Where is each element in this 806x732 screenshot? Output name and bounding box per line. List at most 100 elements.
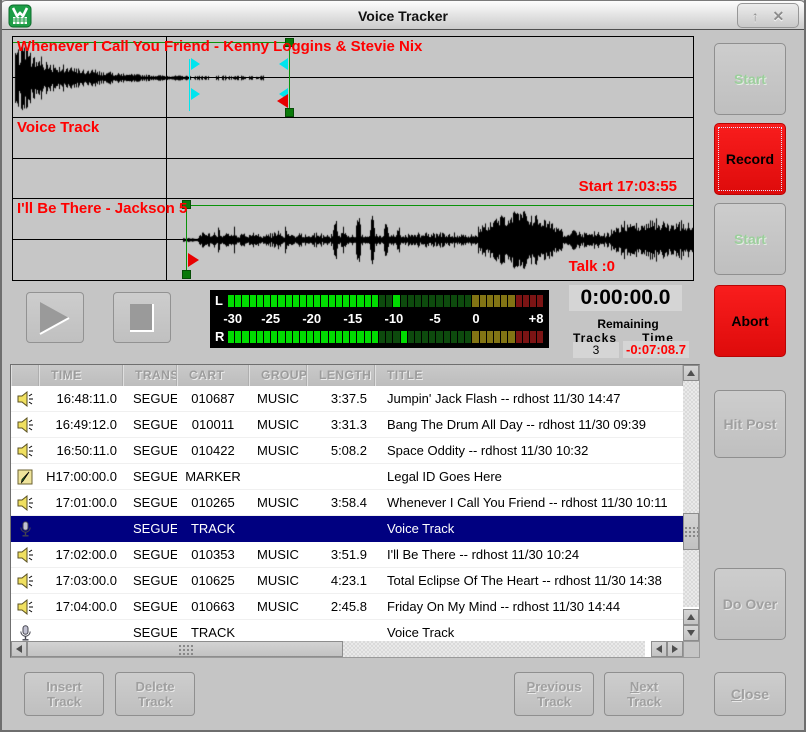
meter-segment <box>307 295 313 307</box>
meter-segment <box>336 331 342 343</box>
log-row[interactable]: SEGUETRACKVoice Track <box>11 620 683 641</box>
remaining-time-value: -0:07:08.7 <box>623 341 689 358</box>
segue-marker-icon[interactable] <box>279 58 288 70</box>
log-cell-trans: SEGUE <box>123 521 177 536</box>
start-button-2[interactable]: Start <box>714 203 786 275</box>
log-cell-trans: SEGUE <box>123 547 177 562</box>
meter-segment <box>293 295 299 307</box>
meter-segment <box>307 331 313 343</box>
abort-button[interactable]: Abort <box>714 285 786 357</box>
segue-marker-icon[interactable] <box>191 58 200 70</box>
microphone-icon <box>19 521 32 537</box>
column-header-icon[interactable] <box>11 365 39 386</box>
close-icon[interactable]: ✕ <box>773 9 785 23</box>
meter-tick-label: 0 <box>472 311 479 326</box>
stop-button[interactable] <box>113 292 171 343</box>
scroll-up-button[interactable] <box>683 365 699 381</box>
log-cell-cart: 010353 <box>177 547 249 562</box>
boundary-handle-bottom[interactable] <box>285 108 294 117</box>
meter-segment <box>408 295 414 307</box>
log-cell-trans: SEGUE <box>123 417 177 432</box>
scrollbar-track[interactable] <box>683 381 699 607</box>
column-header-cart[interactable]: CART <box>177 365 249 386</box>
meter-segment <box>451 331 457 343</box>
log-cell-group: MUSIC <box>249 417 307 432</box>
do-over-button[interactable]: Do Over <box>714 568 786 640</box>
meter-segment <box>286 331 292 343</box>
scroll-up-button-2[interactable] <box>683 609 699 625</box>
meter-segment <box>257 331 263 343</box>
scroll-left-button[interactable] <box>11 641 27 657</box>
meter-segment <box>530 331 536 343</box>
log-row[interactable]: H17:00:00.0SEGUEMARKERLegal ID Goes Here <box>11 464 683 490</box>
fade-marker-icon[interactable] <box>277 94 288 108</box>
log-row[interactable]: 17:02:00.0SEGUE010353MUSIC3:51.9I'll Be … <box>11 542 683 568</box>
meter-segment <box>379 295 385 307</box>
meter-segment <box>314 295 320 307</box>
column-header-trans[interactable]: TRANS <box>123 365 177 386</box>
log-row[interactable]: 16:50:11.0SEGUE010422MUSIC5:08.2Space Od… <box>11 438 683 464</box>
log-cell-icon <box>11 521 39 537</box>
audio-meter: L -30-25-20-15-10-50+8 R <box>210 290 549 348</box>
waveform-track-1[interactable]: Whenever I Call You Friend - Kenny Loggi… <box>13 37 693 118</box>
hit-post-button[interactable]: Hit Post <box>714 390 786 458</box>
column-header-length[interactable]: LENGTH <box>307 365 375 386</box>
record-button[interactable]: Record <box>714 123 786 195</box>
meter-segment <box>257 295 263 307</box>
column-header-group[interactable]: GROUP <box>249 365 307 386</box>
meter-segment <box>429 295 435 307</box>
fade-marker-icon[interactable] <box>188 253 199 267</box>
log-cell-icon <box>11 469 39 485</box>
waveform-track-2[interactable]: Voice Track Start 17:03:55 <box>13 118 693 199</box>
log-row[interactable]: 16:49:12.0SEGUE010011MUSIC3:31.3Bang The… <box>11 412 683 438</box>
delete-track-button[interactable]: DeleteTrack <box>115 672 195 716</box>
vertical-scrollbar[interactable] <box>683 365 699 641</box>
meter-segment <box>357 295 363 307</box>
column-header-title[interactable]: TITLE <box>375 365 683 386</box>
scrollbar-thumb[interactable] <box>27 641 343 657</box>
meter-segment <box>264 331 270 343</box>
meter-segment <box>458 295 464 307</box>
segue-point-line[interactable] <box>189 59 190 111</box>
meter-segment <box>372 295 378 307</box>
log-row[interactable]: 17:03:00.0SEGUE010625MUSIC4:23.1Total Ec… <box>11 568 683 594</box>
meter-segment <box>501 331 507 343</box>
titlebar[interactable]: Voice Tracker ↑ ✕ <box>0 0 806 30</box>
column-header-time[interactable]: TIME <box>39 365 123 386</box>
meter-segment <box>278 331 284 343</box>
speaker-icon <box>17 495 34 511</box>
log-row[interactable]: 16:48:11.0SEGUE010687MUSIC3:37.5Jumpin' … <box>11 386 683 412</box>
next-track-button[interactable]: NextTrack <box>604 672 684 716</box>
log-row[interactable]: SEGUETRACKVoice Track <box>11 516 683 542</box>
log-cell-time: 16:50:11.0 <box>39 443 123 458</box>
log-row[interactable]: 17:01:00.0SEGUE010265MUSIC3:58.4Whenever… <box>11 490 683 516</box>
log-cell-cart: 010687 <box>177 391 249 406</box>
scrollbar-thumb[interactable] <box>683 513 699 550</box>
scroll-left-button-2[interactable] <box>651 641 667 657</box>
meter-segment <box>264 295 270 307</box>
log-row[interactable]: 17:04:00.0SEGUE010663MUSIC2:45.8Friday O… <box>11 594 683 620</box>
log-cell-len: 3:37.5 <box>307 391 375 406</box>
meter-segment <box>523 331 529 343</box>
start-button-1[interactable]: Start <box>714 43 786 115</box>
insert-track-button[interactable]: InsertTrack <box>24 672 104 716</box>
scroll-down-button[interactable] <box>683 625 699 641</box>
scroll-right-button[interactable] <box>667 641 683 657</box>
log-cell-time: 17:01:00.0 <box>39 495 123 510</box>
previous-track-button[interactable]: PreviousTrack <box>514 672 594 716</box>
log-header: TIMETRANSCARTGROUPLENGTHTITLE <box>11 365 683 386</box>
meter-segment <box>271 331 277 343</box>
meter-segment <box>386 331 392 343</box>
voice-tracker-window: Voice Tracker ↑ ✕ Whenever I Call You Fr… <box>0 0 806 732</box>
waveform-track-3[interactable]: I'll Be There - Jackson 5 Talk :0 <box>13 199 693 280</box>
log-cell-cart: 010422 <box>177 443 249 458</box>
meter-segment <box>286 295 292 307</box>
shade-icon[interactable]: ↑ <box>752 9 759 23</box>
horizontal-scrollbar[interactable] <box>11 641 683 657</box>
speaker-icon <box>17 391 34 407</box>
segue-marker-icon[interactable] <box>191 88 200 100</box>
boundary-handle-bottom[interactable] <box>182 270 191 279</box>
close-button[interactable]: Close <box>714 672 786 716</box>
play-button[interactable] <box>26 292 84 343</box>
window-title: Voice Tracker <box>1 1 805 31</box>
